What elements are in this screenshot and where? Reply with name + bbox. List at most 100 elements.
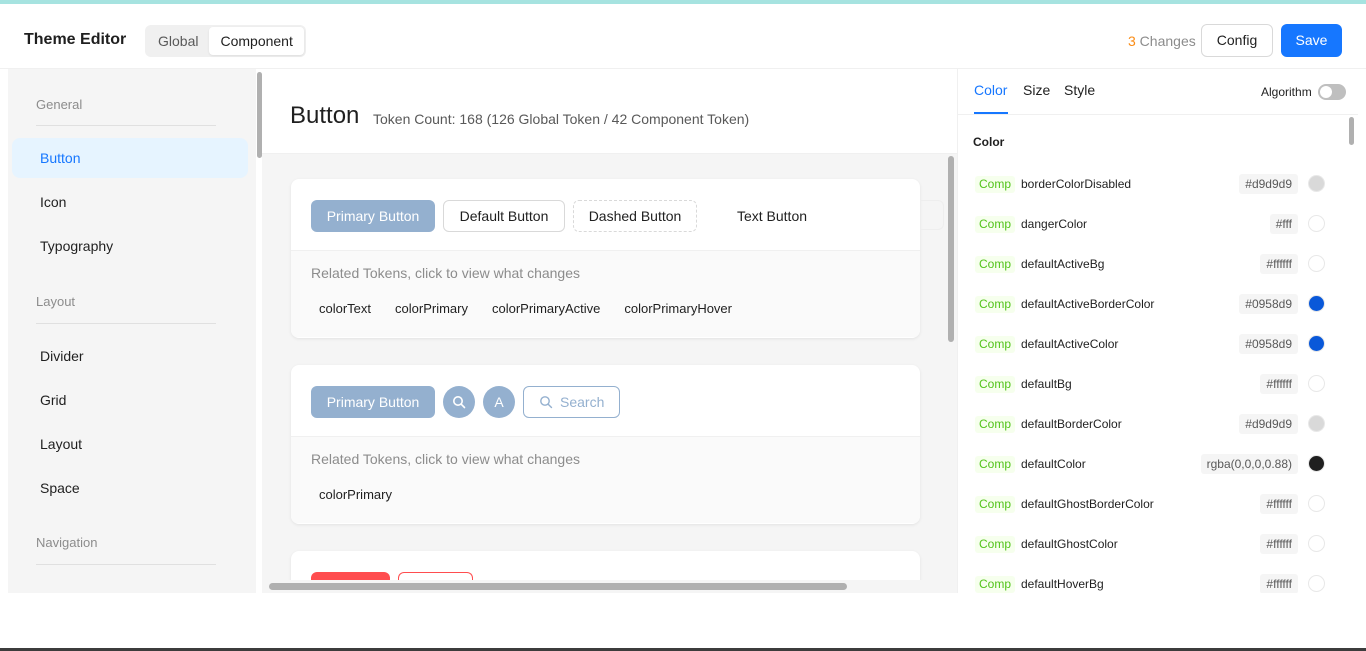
sidebar-item-typography[interactable]: Typography <box>12 226 248 266</box>
token-row[interactable]: Comp defaultActiveBorderColor #0958d9 <box>958 283 1348 323</box>
color-swatch[interactable] <box>1308 455 1325 472</box>
token-value[interactable]: #0958d9 <box>1239 294 1298 314</box>
color-swatch[interactable] <box>1308 175 1325 192</box>
token-value[interactable]: #ffffff <box>1260 494 1298 514</box>
token-tag[interactable]: colorPrimary <box>311 485 400 504</box>
sidebar-group-general: General <box>36 97 83 112</box>
overflow-button-edge <box>920 200 944 230</box>
token-name: defaultGhostBorderColor <box>1021 497 1154 511</box>
search-button-label: Search <box>560 394 605 410</box>
token-row[interactable]: Comp dangerColor #fff <box>958 203 1348 243</box>
token-tag[interactable]: colorPrimaryHover <box>616 299 740 318</box>
token-name: dangerColor <box>1021 217 1088 231</box>
changes-label: Changes <box>1135 33 1196 49</box>
preview-horizontal-scrollbar[interactable] <box>269 583 847 590</box>
color-swatch[interactable] <box>1308 415 1325 432</box>
token-name: defaultActiveBg <box>1021 257 1105 271</box>
demo-circle-text-button[interactable]: A <box>483 386 515 418</box>
tab-color[interactable]: Color <box>974 82 1007 98</box>
demo-search-button[interactable]: Search <box>523 386 621 418</box>
search-icon <box>540 396 553 409</box>
preview-vertical-scrollbar[interactable] <box>948 156 954 342</box>
comp-badge: Comp <box>975 456 1016 473</box>
token-row[interactable]: Comp defaultColor rgba(0,0,0,0.88) <box>958 443 1348 483</box>
token-row[interactable]: Comp borderColorDisabled #d9d9d9 <box>958 163 1348 203</box>
token-name: defaultHoverBg <box>1021 577 1104 591</box>
token-tag[interactable]: colorPrimary <box>387 299 476 318</box>
color-swatch[interactable] <box>1308 335 1325 352</box>
token-value[interactable]: #ffffff <box>1260 534 1298 554</box>
comp-badge: Comp <box>975 176 1016 193</box>
token-value[interactable]: #0958d9 <box>1239 334 1298 354</box>
color-swatch[interactable] <box>1308 535 1325 552</box>
token-row[interactable]: Comp defaultActiveColor #0958d9 <box>958 323 1348 363</box>
token-name: borderColorDisabled <box>1021 177 1132 191</box>
save-button[interactable]: Save <box>1281 24 1342 57</box>
token-value[interactable]: #ffffff <box>1260 374 1298 394</box>
demo-default-button[interactable]: Default Button <box>443 200 565 232</box>
token-name: defaultBorderColor <box>1021 417 1122 431</box>
token-value[interactable]: #ffffff <box>1260 254 1298 274</box>
algorithm-toggle[interactable] <box>1318 84 1346 100</box>
sidebar-divider <box>36 564 216 565</box>
sidebar-item-grid[interactable]: Grid <box>12 380 248 420</box>
tab-style[interactable]: Style <box>1064 82 1095 98</box>
color-swatch[interactable] <box>1308 375 1325 392</box>
demo-primary-button[interactable]: Primary Button <box>311 386 435 418</box>
section-title: Color <box>973 135 1005 149</box>
sidebar-group-layout: Layout <box>36 294 76 309</box>
sidebar-item-divider[interactable]: Divider <box>12 336 248 376</box>
sidebar-item-layout[interactable]: Layout <box>12 424 248 464</box>
token-name: defaultColor <box>1021 457 1086 471</box>
panel-scrollbar[interactable] <box>1349 117 1354 145</box>
sidebar-item-space[interactable]: Space <box>12 468 248 508</box>
token-row[interactable]: Comp defaultHoverBg #ffffff <box>958 563 1348 593</box>
token-row[interactable]: Comp defaultGhostBorderColor #ffffff <box>958 483 1348 523</box>
token-value[interactable]: #d9d9d9 <box>1239 414 1298 434</box>
token-row[interactable]: Comp defaultBg #ffffff <box>958 363 1348 403</box>
changes-count: 3 <box>1128 33 1136 49</box>
color-swatch[interactable] <box>1308 495 1325 512</box>
color-swatch[interactable] <box>1308 575 1325 592</box>
comp-badge: Comp <box>975 416 1016 433</box>
header: Theme Editor Global Component 3 Changes … <box>0 4 1366 69</box>
demo-dashed-button[interactable]: Dashed Button <box>573 200 697 232</box>
preview-body: Primary Button Default Button Dashed But… <box>262 154 957 593</box>
related-tokens-title: Related Tokens, click to view what chang… <box>311 451 580 467</box>
color-swatch[interactable] <box>1308 215 1325 232</box>
tab-size[interactable]: Size <box>1023 82 1050 98</box>
comp-badge: Comp <box>975 496 1016 513</box>
segment-global[interactable]: Global <box>147 27 209 55</box>
token-list: Comp borderColorDisabled #d9d9d9 Comp danger… <box>958 163 1348 593</box>
sidebar-item-button[interactable]: Button <box>12 138 248 178</box>
token-value[interactable]: #ffffff <box>1260 574 1298 593</box>
segment-component[interactable]: Component <box>209 27 304 55</box>
token-value[interactable]: #d9d9d9 <box>1239 174 1298 194</box>
token-row[interactable]: Comp defaultGhostColor #ffffff <box>958 523 1348 563</box>
demo-text-button[interactable]: Text Button <box>705 200 839 232</box>
token-row[interactable]: Comp defaultBorderColor #d9d9d9 <box>958 403 1348 443</box>
demo-primary-button[interactable]: Primary Button <box>311 200 435 232</box>
color-swatch[interactable] <box>1308 295 1325 312</box>
token-panel: Color Size Style Algorithm Color Comp bor… <box>957 69 1358 593</box>
token-value[interactable]: rgba(0,0,0,0.88) <box>1200 454 1298 474</box>
token-tag[interactable]: colorPrimaryActive <box>484 299 608 318</box>
related-tokens: Related Tokens, click to view what chang… <box>291 251 920 337</box>
comp-badge: Comp <box>975 536 1016 553</box>
comp-badge: Comp <box>975 296 1016 313</box>
preview-card-icon-buttons: Primary Button A Search Related Tokens, … <box>291 365 920 524</box>
changes-indicator[interactable]: 3 Changes <box>1128 33 1196 49</box>
token-value[interactable]: #fff <box>1269 214 1298 234</box>
demo-search-circle-button[interactable] <box>443 386 475 418</box>
token-list: colorText colorPrimary colorPrimaryActiv… <box>311 299 740 318</box>
token-row[interactable]: Comp defaultActiveBg #ffffff <box>958 243 1348 283</box>
sidebar-item-icon[interactable]: Icon <box>12 182 248 222</box>
color-swatch[interactable] <box>1308 255 1325 272</box>
token-tag[interactable]: colorText <box>311 299 379 318</box>
comp-badge: Comp <box>975 216 1016 233</box>
token-name: defaultActiveColor <box>1021 337 1119 351</box>
algorithm-label: Algorithm <box>1261 85 1312 99</box>
active-tab-indicator <box>974 112 1008 114</box>
config-button[interactable]: Config <box>1201 24 1273 57</box>
comp-badge: Comp <box>975 376 1016 393</box>
